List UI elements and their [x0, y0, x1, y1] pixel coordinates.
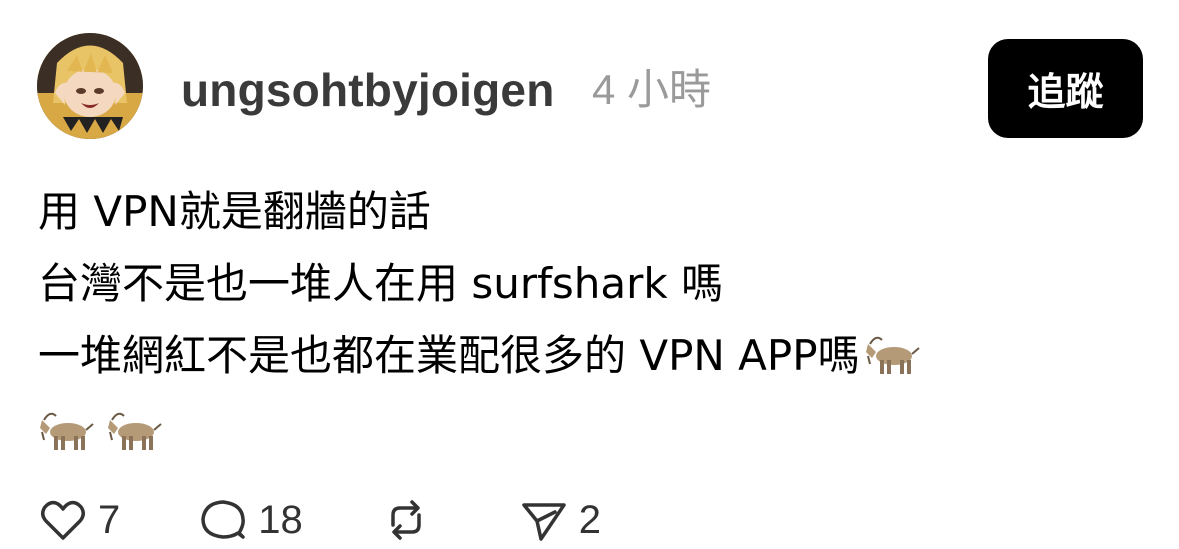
goat-emoji	[865, 336, 920, 374]
speech-bubble-icon	[201, 500, 246, 539]
action-bar: 7 18 2	[38, 492, 679, 548]
heart-icon	[41, 500, 85, 540]
post-line: 台灣不是也一堆人在用 surfshark 嗎	[38, 259, 724, 308]
username[interactable]: ungsohtbyjoigen	[181, 62, 555, 118]
goat-emoji	[108, 412, 162, 450]
post-time: 4 小時	[592, 66, 712, 113]
share-count: 2	[578, 497, 601, 542]
post-line-text: 一堆網紅不是也都在業配很多的 VPN APP嗎	[38, 331, 860, 380]
emoji-row	[38, 392, 922, 468]
post-line: 一堆網紅不是也都在業配很多的 VPN APP嗎	[38, 320, 922, 392]
post-line: 用 VPN就是翻牆的話	[38, 187, 431, 236]
repost-button[interactable]	[381, 495, 441, 545]
reply-button[interactable]: 18	[198, 495, 303, 545]
reply-count: 18	[258, 497, 303, 542]
goat-emoji	[40, 412, 94, 450]
post-body: 用 VPN就是翻牆的話 台灣不是也一堆人在用 surfshark 嗎 一堆網紅不…	[38, 176, 922, 468]
paper-plane-icon	[522, 503, 566, 541]
like-button[interactable]: 7	[38, 495, 120, 545]
share-button[interactable]: 2	[519, 495, 601, 545]
repost-arrows-icon	[391, 500, 421, 540]
like-count: 7	[98, 497, 121, 542]
follow-button[interactable]: 追蹤	[988, 39, 1143, 138]
avatar-image	[37, 33, 143, 139]
avatar[interactable]	[37, 33, 143, 139]
